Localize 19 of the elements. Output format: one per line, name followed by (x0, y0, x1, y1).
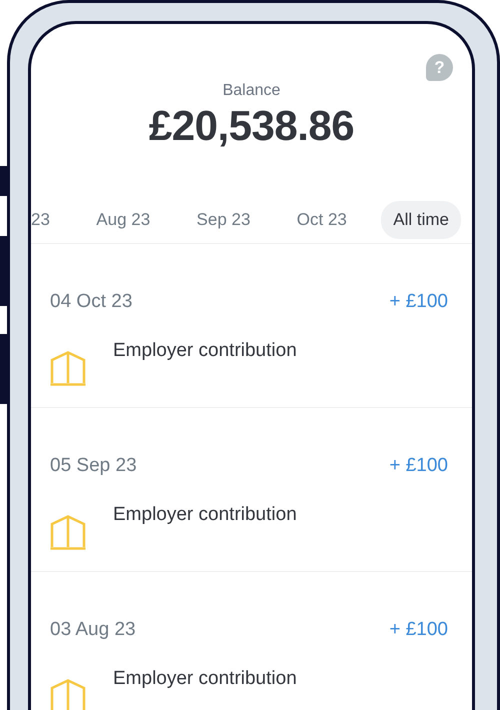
transaction-amount: + £100 (389, 290, 448, 314)
period-tab[interactable]: All time (381, 201, 461, 239)
building-icon (50, 514, 86, 550)
transaction-amount: + £100 (389, 454, 448, 478)
building-icon (50, 350, 86, 386)
period-tab[interactable]: 23 (31, 201, 62, 239)
balance-amount: £20,538.86 (148, 103, 354, 150)
transaction-description: Employer contribution (113, 502, 297, 527)
transaction-amount: + £100 (389, 618, 448, 642)
transaction-description: Employer contribution (113, 338, 297, 363)
period-tab[interactable]: Aug 23 (84, 201, 162, 239)
period-tab[interactable]: Oct 23 (284, 201, 359, 239)
period-tab[interactable]: Sep 23 (184, 201, 262, 239)
building-icon (50, 678, 86, 710)
transaction-description: Employer contribution (113, 666, 297, 691)
balance-label: Balance (222, 81, 280, 101)
transaction-date: 05 Sep 23 (50, 454, 137, 478)
transaction-date: 04 Oct 23 (50, 290, 132, 314)
transaction-date: 03 Aug 23 (50, 618, 136, 642)
